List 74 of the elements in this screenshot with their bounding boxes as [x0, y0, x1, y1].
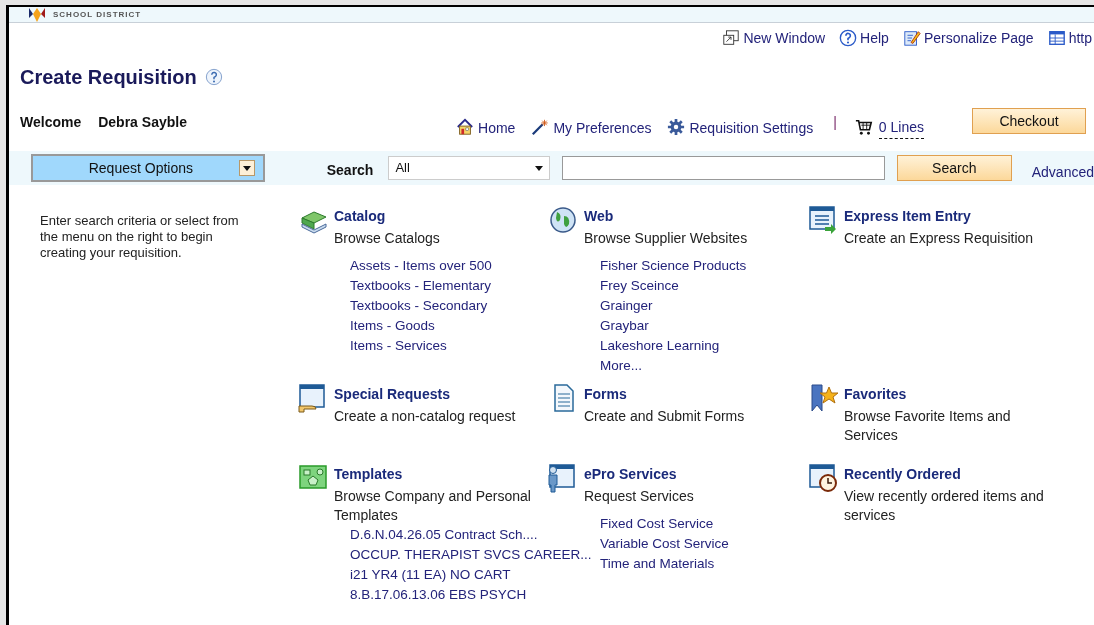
- tile-sub-link[interactable]: Textbooks - Elementary: [350, 276, 492, 296]
- pencil-page-icon: [902, 29, 921, 47]
- tile-sub-link[interactable]: i21 YR4 (11 EA) NO CART: [350, 565, 511, 585]
- search-label: Search: [326, 160, 374, 180]
- tile-sub-link[interactable]: Items - Goods: [350, 316, 435, 336]
- tile-title-link[interactable]: Forms: [584, 384, 627, 405]
- window-hand-icon: [298, 382, 328, 414]
- tile-sub-link[interactable]: Time and Materials: [600, 554, 715, 574]
- tile-sub-link[interactable]: D.6.N.04.26.05 Contract Sch....: [350, 525, 538, 545]
- tile-description: Create and Submit Forms: [584, 407, 746, 426]
- tile-description: Browse Company and Personal Templates: [334, 487, 532, 525]
- tile-description: Browse Catalogs: [334, 229, 441, 248]
- advanced-search-link[interactable]: Advanced: [1031, 161, 1094, 183]
- magic-wand-icon: [531, 118, 550, 136]
- checkout-button[interactable]: Checkout: [972, 108, 1086, 134]
- help-icon[interactable]: [204, 68, 223, 86]
- person-window-icon: [548, 462, 578, 494]
- header-link[interactable]: Help: [839, 27, 889, 49]
- tile-sub-link[interactable]: More...: [600, 356, 642, 376]
- header-link[interactable]: Personalize Page: [902, 27, 1034, 49]
- tile-title-link[interactable]: Express Item Entry: [844, 206, 971, 227]
- category-select[interactable]: All: [388, 156, 551, 180]
- window-clock-icon: [808, 462, 838, 494]
- table-icon: [1047, 29, 1066, 47]
- tile-sub-link[interactable]: Textbooks - Secondary: [350, 296, 488, 316]
- tile-sub-link[interactable]: 8.B.17.06.13.06 EBS PSYCH: [350, 585, 527, 605]
- new-window-icon: [722, 29, 741, 47]
- tile-description: Create an Express Requisition: [844, 229, 1035, 248]
- tile-title-link[interactable]: Templates: [334, 464, 403, 485]
- header-link[interactable]: New Window: [722, 27, 826, 49]
- tile-sub-link[interactable]: Assets - Items over 500: [350, 256, 492, 276]
- bookmark-star-icon: [808, 382, 838, 414]
- tile-title-link[interactable]: ePro Services: [584, 464, 677, 485]
- help-icon: [839, 29, 858, 47]
- tile-sub-link[interactable]: Fisher Science Products: [600, 256, 747, 276]
- tile-sub-link[interactable]: OCCUP. THERAPIST SVCS CAREER...: [350, 545, 592, 565]
- tile-description: Browse Favorite Items and Services: [844, 407, 1012, 445]
- tile-title-link[interactable]: Favorites: [844, 384, 907, 405]
- tile-sub-link[interactable]: Fixed Cost Service: [600, 514, 714, 534]
- tile-title-link[interactable]: Web: [584, 206, 614, 227]
- tile-sub-link[interactable]: Graybar: [600, 316, 649, 336]
- cart-link[interactable]: 0 Lines: [854, 114, 924, 136]
- tile-description: View recently ordered items and services: [844, 487, 1044, 525]
- tile-description: Request Services: [584, 487, 695, 506]
- instructions-text: Enter search criteria or select from the menu on the right to begin creating your requisition.: [40, 213, 240, 262]
- gear-icon: [667, 118, 686, 136]
- nav-link[interactable]: Home: [456, 115, 516, 136]
- tile-title-link[interactable]: Recently Ordered: [844, 464, 961, 485]
- caret-icon: [242, 165, 251, 171]
- tile-description: Create a non-catalog request: [334, 407, 517, 426]
- tile-sub-link[interactable]: Items - Services: [350, 336, 447, 356]
- house-icon: [456, 118, 475, 136]
- cart-icon: [854, 118, 873, 136]
- list-window-icon: [808, 204, 838, 236]
- caret-icon: [535, 165, 544, 171]
- search-button[interactable]: Search: [896, 155, 1012, 181]
- page-title: Create Requisition: [20, 65, 197, 90]
- tile-title-link[interactable]: Catalog: [334, 206, 386, 227]
- user-name: Debra Sayble: [98, 113, 187, 132]
- welcome-label: Welcome: [20, 113, 82, 132]
- tile-sub-link[interactable]: Variable Cost Service: [600, 534, 729, 554]
- separator: |: [833, 113, 837, 132]
- request-options-dropdown[interactable]: Request Options: [31, 154, 265, 182]
- nav-link[interactable]: My Preferences: [531, 115, 652, 136]
- globe-icon: [548, 204, 578, 236]
- tile-sub-link[interactable]: Grainger: [600, 296, 653, 316]
- tile-description: Browse Supplier Websites: [584, 229, 749, 248]
- search-field[interactable]: [562, 156, 885, 180]
- tile-title-link[interactable]: Special Requests: [334, 384, 450, 405]
- tile-sub-link[interactable]: Frey Sceince: [600, 276, 679, 296]
- header-link[interactable]: http: [1047, 27, 1092, 49]
- tile-sub-link[interactable]: Lakeshore Learning: [600, 336, 720, 356]
- district-logo-text: SCHOOL DISTRICT: [53, 9, 142, 20]
- nav-link[interactable]: Requisition Settings: [667, 115, 814, 136]
